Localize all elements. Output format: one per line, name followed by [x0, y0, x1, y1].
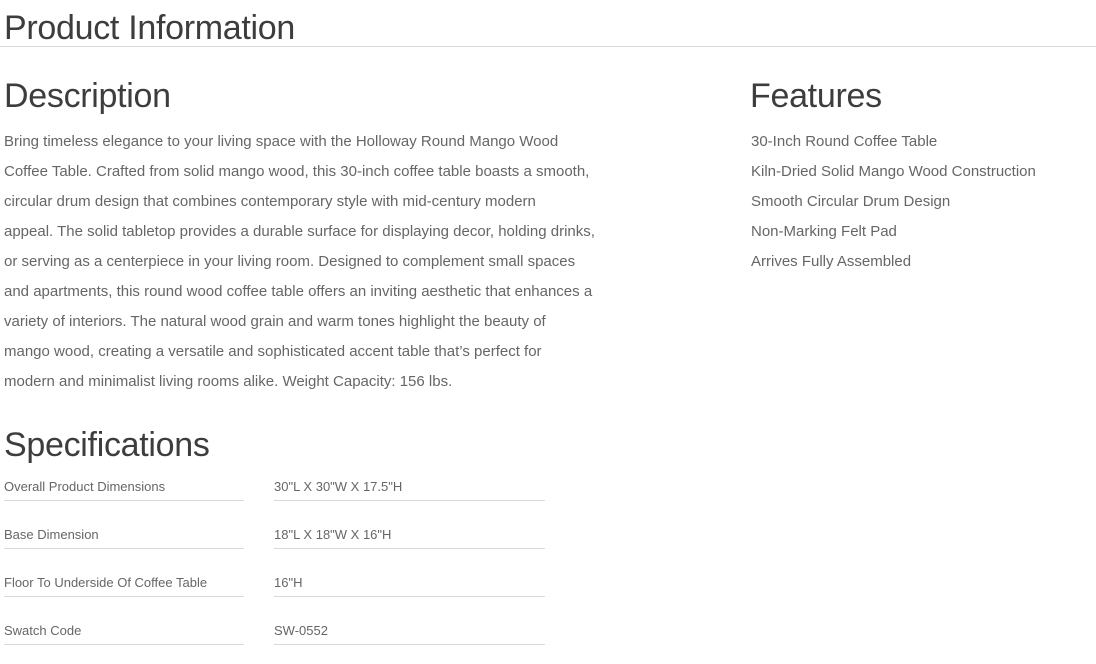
- specifications-table: Overall Product Dimensions 30"L X 30"W X…: [4, 472, 545, 664]
- spec-label: Swatch Code: [4, 623, 244, 645]
- description-line: Bring timeless elegance to your living s…: [4, 133, 559, 150]
- feature-item: 30-Inch Round Coffee Table: [751, 133, 938, 150]
- feature-item: Smooth Circular Drum Design: [751, 193, 951, 210]
- description-line: mango wood, creating a versatile and sop…: [4, 343, 542, 360]
- spec-label: Base Dimension: [4, 527, 244, 549]
- description-line: and apartments, this round wood coffee t…: [4, 283, 593, 300]
- spec-value: 30"L X 30"W X 17.5"H: [274, 479, 545, 501]
- description-line: modern and minimalist living rooms alike…: [4, 373, 453, 390]
- description-line: Coffee Table. Crafted from solid mango w…: [4, 163, 590, 180]
- features-list: 30-Inch Round Coffee Table Kiln-Dried So…: [751, 127, 1036, 277]
- feature-item: Kiln-Dried Solid Mango Wood Construction: [751, 163, 1036, 180]
- feature-item: Non-Marking Felt Pad: [751, 223, 897, 240]
- spec-row: Swatch Code SW-0552: [4, 616, 545, 664]
- spec-row: Base Dimension 18"L X 18"W X 16"H: [4, 520, 545, 568]
- specifications-heading: Specifications: [4, 426, 210, 464]
- spec-value: SW-0552: [274, 623, 545, 645]
- description-text: Bring timeless elegance to your living s…: [4, 127, 694, 397]
- description-line: variety of interiors. The natural wood g…: [4, 313, 546, 330]
- description-heading: Description: [4, 77, 171, 115]
- spec-row: Overall Product Dimensions 30"L X 30"W X…: [4, 472, 545, 520]
- feature-item: Arrives Fully Assembled: [751, 253, 912, 270]
- description-line: appeal. The solid tabletop provides a du…: [4, 223, 595, 240]
- spec-label: Overall Product Dimensions: [4, 479, 244, 501]
- page-title: Product Information: [4, 9, 296, 47]
- features-heading: Features: [750, 77, 882, 115]
- spec-value: 16"H: [274, 575, 545, 597]
- description-line: circular drum design that combines conte…: [4, 193, 536, 210]
- spec-value: 18"L X 18"W X 16"H: [274, 527, 545, 549]
- description-line: or serving as a centerpiece in your livi…: [4, 253, 576, 270]
- spec-label: Floor To Underside Of Coffee Table: [4, 575, 244, 597]
- title-divider: [0, 46, 1096, 47]
- spec-row: Floor To Underside Of Coffee Table 16"H: [4, 568, 545, 616]
